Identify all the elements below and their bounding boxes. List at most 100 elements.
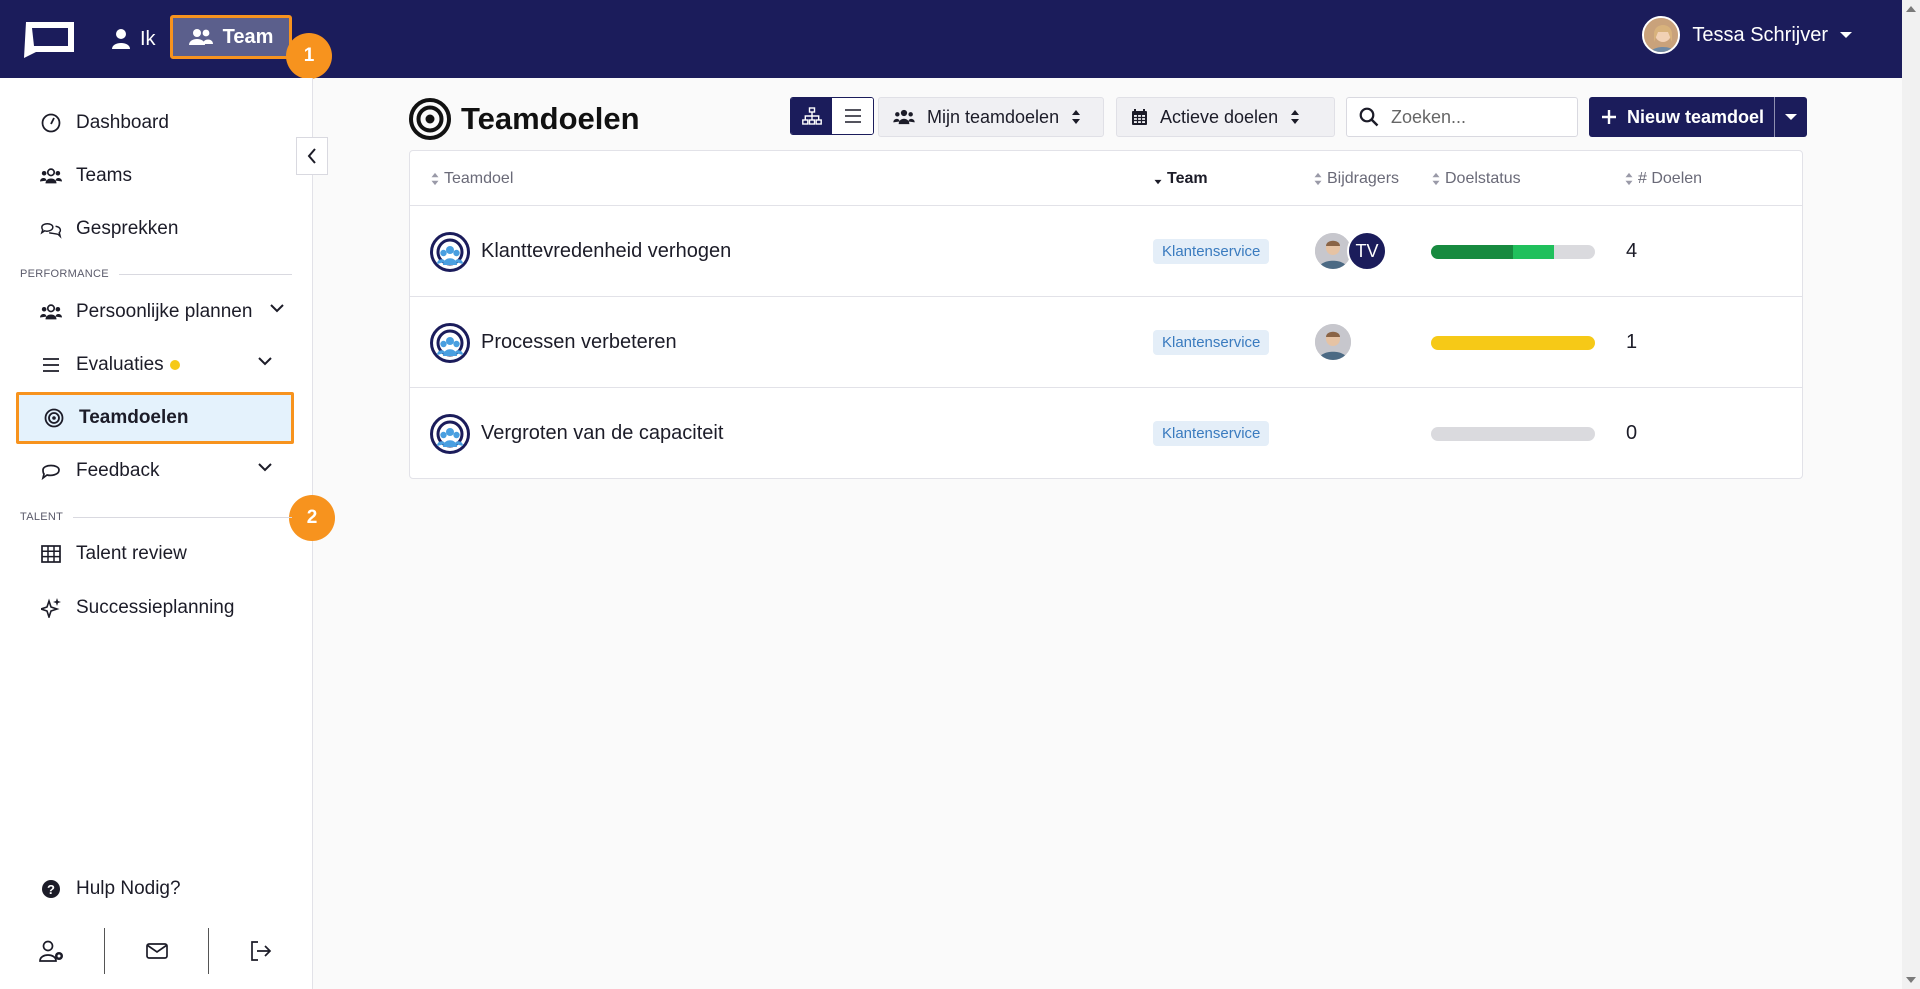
scope-filter-value: Mijn teamdoelen [927,106,1060,127]
annotation-badge-1: 1 [286,33,332,79]
page-scrollbar[interactable] [1902,0,1920,989]
section-label-performance: PERFORMANCE [20,268,292,280]
search-input[interactable] [1391,106,1571,128]
sidebar-item-persoonlijke-plannen[interactable]: Persoonlijke plannen [16,286,294,338]
list-icon [40,354,62,376]
team-tag[interactable]: Klantenservice [1153,330,1270,355]
target-icon [43,407,65,429]
team-tag[interactable]: Klantenservice [1153,421,1270,446]
status-filter-dropdown[interactable]: Actieve doelen [1116,97,1335,137]
sort-icon [1072,110,1081,124]
column-header-doelen[interactable]: # Doelen [1624,170,1702,188]
plus-icon [1602,110,1616,124]
column-header-bijdragers[interactable]: Bijdragers [1313,170,1399,188]
sidebar-item-label: Hulp Nodig? [76,878,181,899]
sitemap-icon [801,107,822,125]
sidebar-item-teamdoelen[interactable]: Teamdoelen [16,392,294,444]
sidebar-item-teams[interactable]: Teams [16,150,294,202]
new-teamgoal-button[interactable]: Nieuw teamdoel [1589,97,1776,137]
team-target-icon [430,323,470,363]
sidebar-item-label: Teamdoelen [79,407,189,428]
calendar-icon [1132,109,1147,125]
team-target-icon [430,232,470,272]
chevron-down-icon [258,463,272,472]
annotation-badge-2: 2 [289,495,335,541]
status-bar-segment [1513,245,1554,259]
sidebar-footer [0,920,313,980]
caret-down-icon [1785,114,1798,120]
nav-team[interactable]: Team [170,15,292,59]
table-header: Teamdoel Team Bijdragers Doelstatus # Do… [410,151,1802,206]
goal-status-bar [1431,245,1595,259]
status-bar-segment [1431,336,1595,350]
sidebar-item-label: Talent review [76,543,187,564]
goal-status-bar [1431,336,1595,350]
chevron-down-icon [258,357,272,366]
view-toggle [790,97,874,135]
list-icon [844,109,861,123]
contributor-initials-avatar[interactable]: TV [1347,231,1387,271]
goal-status-bar [1431,427,1595,441]
page-title: Teamdoelen [409,98,640,140]
goal-name[interactable]: Vergroten van de capaciteit [481,422,723,445]
question-circle-icon: ? [40,878,62,900]
team-tag[interactable]: Klantenservice [1153,239,1270,264]
nav-ik[interactable]: Ik [112,22,156,56]
scroll-down-icon [1906,977,1916,983]
new-teamgoal-label: Nieuw teamdoel [1627,106,1765,127]
search-icon [1359,107,1379,127]
table-row[interactable]: Vergroten van de capaciteit Klantenservi… [410,388,1802,479]
goal-name[interactable]: Klanttevredenheid verhogen [481,240,731,263]
envelope-icon [145,943,168,959]
contributor-avatar[interactable] [1313,322,1353,362]
logout-button[interactable] [209,928,313,974]
contributors [1313,322,1353,362]
new-teamgoal-options-button[interactable] [1775,97,1807,137]
sidebar-item-help[interactable]: ? Hulp Nodig? [16,863,294,915]
status-bar-segment [1431,245,1513,259]
sidebar-item-dashboard[interactable]: Dashboard [16,97,294,149]
sidebar-item-successieplanning[interactable]: Successieplanning [16,582,294,634]
column-header-teamdoel[interactable]: Teamdoel [430,170,513,188]
status-filter-value: Actieve doelen [1160,106,1279,127]
table-row[interactable]: Klanttevredenheid verhogen Klantenservic… [410,206,1802,297]
sidebar-item-label: Teams [76,165,132,186]
profile-settings-button[interactable] [0,928,105,974]
user-gear-icon [38,940,63,962]
sidebar-item-gesprekken[interactable]: Gesprekken [16,203,294,255]
list-view-button[interactable] [832,98,873,134]
users-icon [188,29,213,45]
sidebar-item-feedback[interactable]: Feedback [16,445,294,497]
sidebar: Dashboard Teams Gesprekken PERFORMANCE P… [0,78,335,989]
user-icon [112,29,130,49]
chat-bubble-icon [40,460,62,482]
column-header-team[interactable]: Team [1153,170,1208,188]
user-name: Tessa Schrijver [1692,23,1828,46]
messages-button[interactable] [105,928,210,974]
goal-name[interactable]: Processen verbeteren [481,331,677,354]
user-menu[interactable]: Tessa Schrijver [1642,16,1852,54]
notification-dot [169,360,180,370]
sort-icon [1625,172,1633,186]
sparkles-icon [40,597,62,619]
grid-icon [40,543,62,565]
logout-icon [251,941,272,961]
sidebar-item-evaluaties[interactable]: Evaluaties [16,339,294,391]
svg-text:?: ? [47,882,55,897]
goal-count: 4 [1626,240,1638,262]
sidebar-item-talent-review[interactable]: Talent review [16,528,294,580]
column-header-doelstatus[interactable]: Doelstatus [1431,170,1521,188]
top-bar: Ik Team Tessa Schrijver [0,0,1902,78]
table-row[interactable]: Processen verbeteren Klantenservice 1 [410,297,1802,388]
sort-desc-icon [1154,179,1162,185]
users-icon [40,301,62,323]
app-logo-icon[interactable] [18,18,78,60]
user-avatar [1642,16,1681,54]
sidebar-item-label: Persoonlijke plannen [76,301,253,322]
sort-icon [431,172,439,186]
sidebar-collapse-button[interactable] [296,137,328,175]
target-icon [409,98,451,140]
scope-filter-dropdown[interactable]: Mijn teamdoelen [878,97,1104,137]
tree-view-button[interactable] [791,98,832,134]
sidebar-item-label: Feedback [76,460,160,481]
